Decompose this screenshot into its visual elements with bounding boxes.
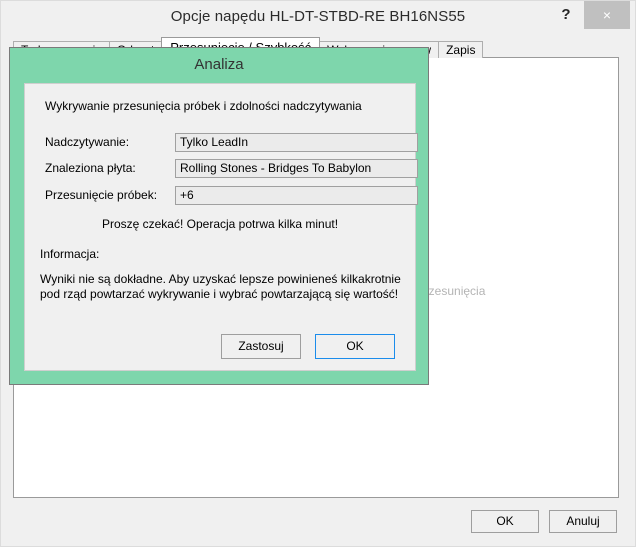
dialog-ok-button[interactable]: OK: [315, 334, 395, 359]
window-cancel-button[interactable]: Anuluj: [549, 510, 617, 533]
window-button-row: OK Anuluj: [471, 510, 617, 533]
help-button[interactable]: ?: [548, 1, 584, 29]
close-button[interactable]: ×: [584, 1, 630, 29]
wait-message: Proszę czekać! Operacja potrwa kilka min…: [101, 217, 339, 231]
apply-button[interactable]: Zastosuj: [221, 334, 301, 359]
label-nadczytywanie: Nadczytywanie:: [45, 135, 130, 149]
label-znaleziona-plyta: Znaleziona płyta:: [45, 161, 136, 175]
title-bar: Opcje napędu HL-DT-STBD-RE BH16NS55 ? ×: [1, 1, 635, 32]
label-przesuniecie-probek: Przesunięcie próbek:: [45, 188, 158, 202]
value-nadczytywanie[interactable]: Tylko LeadIn: [175, 133, 418, 152]
window-title: Opcje napędu HL-DT-STBD-RE BH16NS55: [170, 8, 466, 25]
analiza-dialog: Analiza Wykrywanie przesunięcia próbek i…: [9, 47, 429, 385]
analiza-dialog-body: Wykrywanie przesunięcia próbek i zdolnoś…: [24, 83, 418, 371]
analiza-button-row: Zastosuj OK: [221, 334, 395, 359]
field-row-znaleziona-plyta: Znaleziona płyta: Rolling Stones - Bridg…: [45, 159, 418, 178]
field-row-nadczytywanie: Nadczytywanie: Tylko LeadIn: [45, 133, 418, 152]
value-przesuniecie-probek[interactable]: +6: [175, 186, 418, 205]
info-body-text: Wyniki nie są dokładne. Aby uzyskać leps…: [40, 272, 401, 301]
info-heading: Informacja:: [40, 247, 100, 261]
drive-options-window: Opcje napędu HL-DT-STBD-RE BH16NS55 ? × …: [0, 0, 636, 547]
value-znaleziona-plyta[interactable]: Rolling Stones - Bridges To Babylon: [175, 159, 418, 178]
analiza-intro-text: Wykrywanie przesunięcia próbek i zdolnoś…: [45, 99, 362, 113]
analiza-dialog-title: Analiza: [194, 56, 244, 73]
tab-zapis[interactable]: Zapis: [438, 41, 484, 58]
field-row-przesuniecie-probek: Przesunięcie próbek: +6: [45, 186, 418, 205]
window-ok-button[interactable]: OK: [471, 510, 539, 533]
